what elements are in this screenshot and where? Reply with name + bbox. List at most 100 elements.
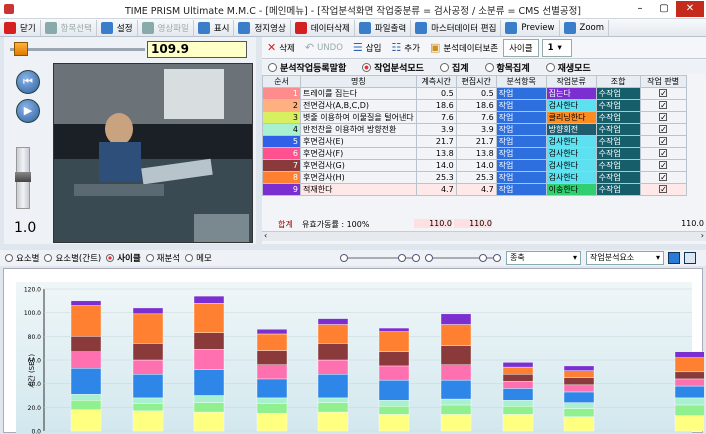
table-row[interactable]: 6후면검사(F)13.813.8작업검사한다수작업✓ <box>263 148 687 160</box>
bar-segment[interactable] <box>194 296 224 303</box>
bar-segment[interactable] <box>194 349 224 369</box>
bar-segment[interactable] <box>441 365 471 380</box>
add-button[interactable]: ☷추가 <box>386 39 425 57</box>
prev-frame-icon[interactable]: ⏮ <box>16 70 40 94</box>
table-cell-no[interactable]: 3 <box>263 112 301 124</box>
radio-icon[interactable] <box>146 254 154 262</box>
bar-segment[interactable] <box>133 314 163 344</box>
table-row[interactable]: 1트레이를 집는다0.50.5작업집는다수작업✓ <box>263 88 687 100</box>
column-header[interactable]: 작업 판별 <box>640 76 686 88</box>
table-row[interactable]: 3볏줄 이용하여 이물질을 털어낸다7.67.6작업클리닝한다수작업✓ <box>263 112 687 124</box>
bar-segment[interactable] <box>194 396 224 403</box>
table-cell-t1[interactable]: 0.5 <box>416 88 456 100</box>
table-cell-t2[interactable]: 21.7 <box>456 136 496 148</box>
column-header[interactable]: 순서 <box>263 76 301 88</box>
table-cell-t1[interactable]: 7.6 <box>416 112 456 124</box>
bar-segment[interactable] <box>675 416 704 431</box>
column-header[interactable]: 분석항목 <box>496 76 546 88</box>
column-header[interactable]: 계측시간 <box>416 76 456 88</box>
mode-option[interactable]: 작업분석모드 <box>362 61 424 74</box>
time-slider[interactable] <box>10 42 145 56</box>
toolbar-settings-button[interactable]: 설정 <box>97 20 138 36</box>
table-cell-item[interactable]: 작업 <box>496 136 546 148</box>
table-cell-no[interactable]: 5 <box>263 136 301 148</box>
radio-icon[interactable] <box>485 63 494 72</box>
bar-segment[interactable] <box>441 414 471 431</box>
table-cell-comb[interactable]: 수작업 <box>596 112 640 124</box>
bar-segment[interactable] <box>133 374 163 398</box>
bar-segment[interactable] <box>564 417 594 431</box>
bar-segment[interactable] <box>318 403 348 412</box>
table-cell-t2[interactable]: 13.8 <box>456 148 496 160</box>
bar-segment[interactable] <box>318 325 348 344</box>
table-cell-chk[interactable]: ✓ <box>640 112 686 124</box>
delete-button[interactable]: ✕삭제 <box>262 39 300 57</box>
keep-data-button[interactable]: ▣분석데이터보존 <box>425 39 503 57</box>
table-cell-cls[interactable]: 검사한다 <box>546 172 596 184</box>
checkbox[interactable]: ✓ <box>659 149 667 157</box>
table-cell-item[interactable]: 작업 <box>496 172 546 184</box>
bar-segment[interactable] <box>318 398 348 403</box>
chart-tab[interactable]: 사이클 <box>106 252 140 264</box>
radio-icon[interactable] <box>546 63 555 72</box>
scroll-left-icon[interactable]: ‹ <box>264 231 267 240</box>
table-cell-no[interactable]: 8 <box>263 172 301 184</box>
table-cell-cls[interactable]: 검사한다 <box>546 136 596 148</box>
bar-segment[interactable] <box>318 374 348 398</box>
bar-segment[interactable] <box>503 406 533 414</box>
table-row[interactable]: 4반전찬을 이용하여 방향전환3.93.9작업방향회전수작업✓ <box>263 124 687 136</box>
table-cell-comb[interactable]: 수작업 <box>596 184 640 196</box>
mode-option[interactable]: 항목집계 <box>485 61 530 74</box>
bar-segment[interactable] <box>257 379 287 398</box>
table-cell-t2[interactable]: 18.6 <box>456 100 496 112</box>
time-slider-thumb[interactable] <box>14 42 28 56</box>
checkbox[interactable]: ✓ <box>659 137 667 145</box>
table-cell-comb[interactable]: 수작업 <box>596 172 640 184</box>
bar-segment[interactable] <box>564 371 594 378</box>
column-header[interactable]: 편집시간 <box>456 76 496 88</box>
table-cell-no[interactable]: 1 <box>263 88 301 100</box>
video-frame[interactable] <box>53 63 253 243</box>
bar-segment[interactable] <box>257 329 287 334</box>
bar-segment[interactable] <box>71 352 101 369</box>
table-cell-t1[interactable]: 3.9 <box>416 124 456 136</box>
bar-segment[interactable] <box>318 360 348 374</box>
chart-tab[interactable]: 재분석 <box>146 252 180 264</box>
table-cell-item[interactable]: 작업 <box>496 160 546 172</box>
bar-segment[interactable] <box>194 303 224 333</box>
bar-segment[interactable] <box>257 365 287 379</box>
speed-slider-knob[interactable] <box>15 172 31 182</box>
mode-option[interactable]: 집계 <box>440 61 469 74</box>
chart-tab[interactable]: 메모 <box>185 252 212 264</box>
bar-segment[interactable] <box>441 405 471 414</box>
bar-segment[interactable] <box>194 412 224 431</box>
table-cell-comb[interactable]: 수작업 <box>596 148 640 160</box>
bar-segment[interactable] <box>503 414 533 431</box>
checkbox[interactable]: ✓ <box>659 89 667 97</box>
table-cell-cls[interactable]: 검사한다 <box>546 148 596 160</box>
column-header[interactable]: 작업분류 <box>546 76 596 88</box>
toolbar-delete-x-button[interactable]: 데이터삭제 <box>291 20 355 36</box>
table-cell-chk[interactable]: ✓ <box>640 136 686 148</box>
table-cell-t2[interactable]: 14.0 <box>456 160 496 172</box>
bar-segment[interactable] <box>503 362 533 367</box>
table-cell-no[interactable]: 9 <box>263 184 301 196</box>
table-row[interactable]: 5후면검사(E)21.721.7작업검사한다수작업✓ <box>263 136 687 148</box>
axis-select[interactable]: 종축▾ <box>506 251 581 265</box>
horizontal-scrollbar[interactable]: ‹› <box>262 231 706 241</box>
bar-segment[interactable] <box>379 332 409 352</box>
bar-segment[interactable] <box>441 325 471 346</box>
toolbar-zoom-button[interactable]: Zoom <box>560 20 610 36</box>
bar-segment[interactable] <box>318 412 348 431</box>
bar-segment[interactable] <box>71 394 101 400</box>
table-cell-t1[interactable]: 13.8 <box>416 148 456 160</box>
bar-segment[interactable] <box>71 410 101 431</box>
bar-segment[interactable] <box>71 368 101 394</box>
checkbox[interactable]: ✓ <box>659 113 667 121</box>
radio-icon[interactable] <box>106 254 114 262</box>
mode-option[interactable]: 분석작업등록말함 <box>268 61 346 74</box>
radio-icon[interactable] <box>5 254 13 262</box>
table-cell-comb[interactable]: 수작업 <box>596 136 640 148</box>
bar-segment[interactable] <box>379 414 409 431</box>
radio-icon[interactable] <box>185 254 193 262</box>
